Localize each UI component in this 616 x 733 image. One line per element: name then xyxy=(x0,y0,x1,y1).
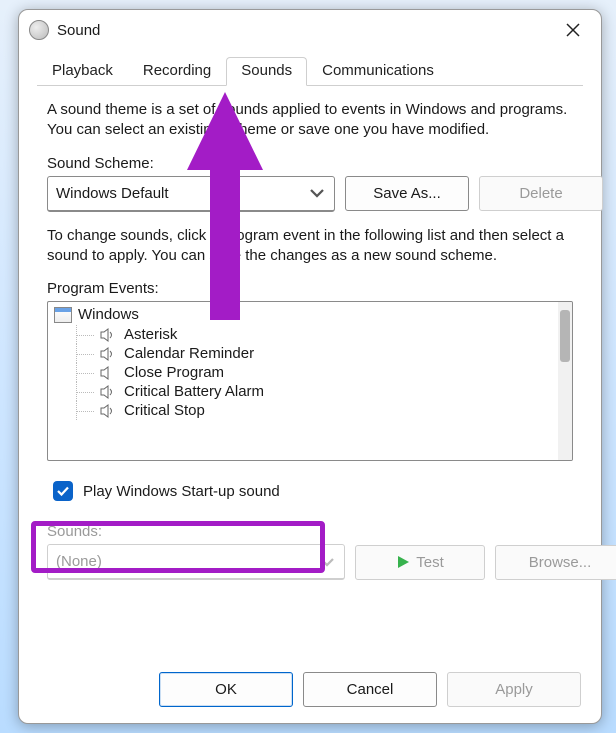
chevron-down-icon xyxy=(318,553,336,571)
tab-communications[interactable]: Communications xyxy=(307,57,449,86)
event-item-label: Close Program xyxy=(124,364,224,381)
event-item-label: Calendar Reminder xyxy=(124,345,254,362)
startup-sound-label: Play Windows Start-up sound xyxy=(83,483,280,500)
delete-button: Delete xyxy=(479,176,603,211)
close-icon xyxy=(566,23,580,37)
event-item[interactable]: Close Program xyxy=(50,363,556,382)
speaker-icon xyxy=(100,404,116,418)
save-as-button[interactable]: Save As... xyxy=(345,176,469,211)
scheme-label: Sound Scheme: xyxy=(47,155,573,172)
windows-icon xyxy=(54,307,72,323)
apply-button: Apply xyxy=(447,672,581,707)
event-item[interactable]: Critical Battery Alarm xyxy=(50,382,556,401)
tab-playback[interactable]: Playback xyxy=(37,57,128,86)
event-item[interactable]: Asterisk xyxy=(50,325,556,344)
browse-button: Browse... xyxy=(495,545,616,580)
event-item-label: Asterisk xyxy=(124,326,177,343)
test-label: Test xyxy=(416,554,444,571)
sound-app-icon xyxy=(29,20,49,40)
scheme-combobox[interactable]: Windows Default xyxy=(47,176,335,212)
instructions-text: To change sounds, click a program event … xyxy=(47,226,573,267)
tab-recording[interactable]: Recording xyxy=(128,57,226,86)
scrollbar-thumb[interactable] xyxy=(560,310,570,362)
speaker-icon xyxy=(100,385,116,399)
ok-button[interactable]: OK xyxy=(159,672,293,707)
sound-theme-description: A sound theme is a set of sounds applied… xyxy=(47,100,573,141)
tabs: Playback Recording Sounds Communications xyxy=(37,56,583,86)
sounds-label: Sounds: xyxy=(47,523,573,540)
tree-root-windows[interactable]: Windows xyxy=(50,304,556,325)
tree-root-label: Windows xyxy=(78,306,139,323)
events-label: Program Events: xyxy=(47,280,573,297)
events-scrollbar[interactable] xyxy=(558,302,572,460)
window-title: Sound xyxy=(57,22,100,39)
sounds-combobox: (None) xyxy=(47,544,345,580)
sounds-value: (None) xyxy=(56,553,318,570)
titlebar: Sound xyxy=(19,10,601,50)
event-item[interactable]: Critical Stop xyxy=(50,401,556,420)
event-item-label: Critical Stop xyxy=(124,402,205,419)
event-item[interactable]: Calendar Reminder xyxy=(50,344,556,363)
dialog-footer: OK Cancel Apply xyxy=(19,660,601,723)
play-icon xyxy=(396,555,410,569)
speaker-icon xyxy=(100,328,116,342)
startup-sound-checkbox-row[interactable]: Play Windows Start-up sound xyxy=(47,473,573,509)
check-icon xyxy=(56,484,70,498)
chevron-down-icon xyxy=(308,184,326,202)
speaker-icon xyxy=(100,366,116,380)
test-button: Test xyxy=(355,545,485,580)
speaker-icon xyxy=(100,347,116,361)
scheme-value: Windows Default xyxy=(56,185,308,202)
tab-panel: A sound theme is a set of sounds applied… xyxy=(19,86,601,660)
program-events-listbox[interactable]: Windows Asterisk Calendar Reminder Close… xyxy=(47,301,573,461)
startup-sound-checkbox[interactable] xyxy=(53,481,73,501)
cancel-button[interactable]: Cancel xyxy=(303,672,437,707)
close-button[interactable] xyxy=(551,13,595,47)
event-item-label: Critical Battery Alarm xyxy=(124,383,264,400)
tab-sounds[interactable]: Sounds xyxy=(226,57,307,86)
sound-dialog: Sound Playback Recording Sounds Communic… xyxy=(18,9,602,724)
